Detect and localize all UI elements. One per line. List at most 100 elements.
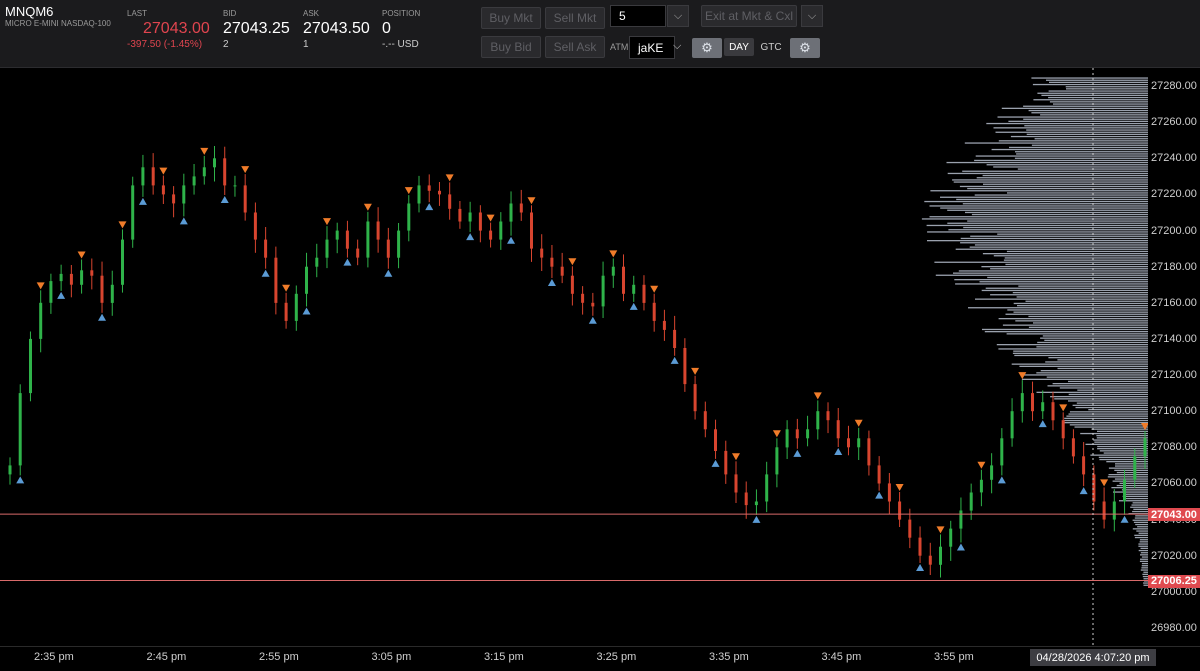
volume-profile-bar [1003,259,1148,261]
volume-profile-bar [993,127,1148,129]
volume-profile-bar [1135,523,1148,526]
candle-body [458,208,462,222]
volume-profile-bar [974,194,1148,196]
candle-body [223,158,227,186]
candle-body [335,230,339,240]
candle-body [243,185,247,213]
volume-profile-bar [1094,441,1148,443]
sell-marker-icon [609,250,618,258]
sell-marker-icon [1018,372,1027,380]
volume-profile-bar [997,116,1148,118]
volume-profile-bar [1014,157,1148,159]
chevron-down-icon[interactable]: ⌵ [667,5,689,27]
volume-profile-bar [1133,521,1148,523]
volume-profile-bar [1024,125,1148,127]
time-tick-label: 3:35 pm [709,651,749,663]
volume-profile-bar [1123,497,1148,500]
candle-body [1031,393,1034,412]
volume-profile-bar [1007,309,1148,311]
price-tick-label: 27100.00 [1151,405,1197,418]
volume-profile-bar [1021,378,1148,380]
price-chart[interactable] [0,68,1148,646]
position-pnl: -.-- USD [382,39,419,50]
gear-icon[interactable]: ⚙ [790,38,820,58]
volume-profile-bar [974,244,1148,246]
candle-body [836,420,840,439]
volume-profile-bar [985,287,1148,289]
time-axis[interactable]: 2:35 pm 2:45 pm 2:55 pm 3:05 pm 3:15 pm 3:25 … [0,646,1200,671]
volume-profile-bar [1011,363,1148,365]
volume-profile-bar [1107,476,1148,478]
volume-profile-bar [981,289,1148,292]
buy-marker-icon [916,564,925,572]
candle-body [1143,438,1147,457]
volume-profile-bar [996,344,1148,346]
gear-icon[interactable]: ⚙ [692,38,722,58]
volume-profile-bar [1069,411,1148,413]
candle-body [1071,438,1075,457]
atm-strategy-select[interactable]: jaKE [629,36,675,59]
volume-profile-bar [1031,112,1148,114]
position-label: POSITION [382,9,421,18]
buy-marker-icon [179,217,188,225]
buy-marker-icon [16,476,25,484]
candle-body [39,302,43,339]
sell-marker-icon [282,284,291,292]
volume-profile-bar [1023,118,1148,120]
candle-body [100,275,104,303]
volume-profile-bar [1085,443,1148,445]
sell-marker-icon [241,166,250,174]
time-tick-label: 2:35 pm [34,651,74,663]
volume-profile-bar [1036,346,1148,348]
buy-market-button[interactable]: Buy Mkt [481,7,541,29]
volume-profile-bar [927,231,1148,233]
volume-profile-bar [1031,144,1148,146]
volume-profile-bar [1018,285,1148,287]
price-tick-label: 27180.00 [1151,260,1197,273]
volume-profile-bar [984,331,1148,333]
candle-body [693,384,697,412]
buy-marker-icon [1038,420,1047,428]
volume-profile-bar [921,218,1148,220]
volume-profile-bar [1065,86,1148,88]
volume-profile-bar [953,181,1148,183]
candle-body [744,492,748,506]
volume-profile-bar [1138,549,1148,552]
volume-profile-bar [1139,541,1148,543]
quantity-input[interactable]: 5 [610,5,666,27]
volume-profile-bar [986,164,1148,166]
tif-gtc-toggle[interactable]: GTC [756,38,786,56]
candle-body [703,411,707,430]
volume-profile-bar [967,220,1148,222]
volume-profile-bar [1026,133,1148,135]
volume-profile-bar [947,209,1148,211]
price-axis[interactable]: 27280.00 27260.00 27240.00 27220.00 27200.00… [1148,68,1200,646]
chevron-down-icon[interactable]: ⌵ [801,5,823,27]
buy-bid-button[interactable]: Buy Bid [481,36,541,58]
volume-profile-bar [982,328,1148,331]
tif-day-toggle[interactable]: DAY [724,38,754,56]
time-tick-label: 3:05 pm [371,651,412,663]
chevron-down-icon[interactable]: ⌵ [673,40,681,53]
volume-profile-bar [924,200,1148,203]
instrument-symbol[interactable]: MNQM6 [5,4,53,19]
candle-body [1112,501,1116,520]
volume-profile-bar [1013,350,1148,352]
volume-profile-bar [1012,352,1148,354]
price-tick-label: 27140.00 [1151,332,1197,345]
volume-profile-bar [1006,250,1148,253]
candle-body [1051,402,1055,421]
sell-marker-icon [568,258,577,266]
exit-at-market-button[interactable]: Exit at Mkt & Cxl [701,5,797,27]
volume-profile-bar [975,155,1148,157]
candle-body [233,185,237,187]
sell-ask-button[interactable]: Sell Ask [545,36,605,58]
sell-market-button[interactable]: Sell Mkt [545,7,605,29]
volume-profile-bar [1132,519,1148,521]
candle-body [376,221,380,240]
candle-body [366,221,370,258]
volume-profile-bar [1116,471,1148,474]
volume-profile-bar [1112,480,1148,482]
volume-profile-bar [1032,83,1148,86]
candle-body [959,510,963,529]
